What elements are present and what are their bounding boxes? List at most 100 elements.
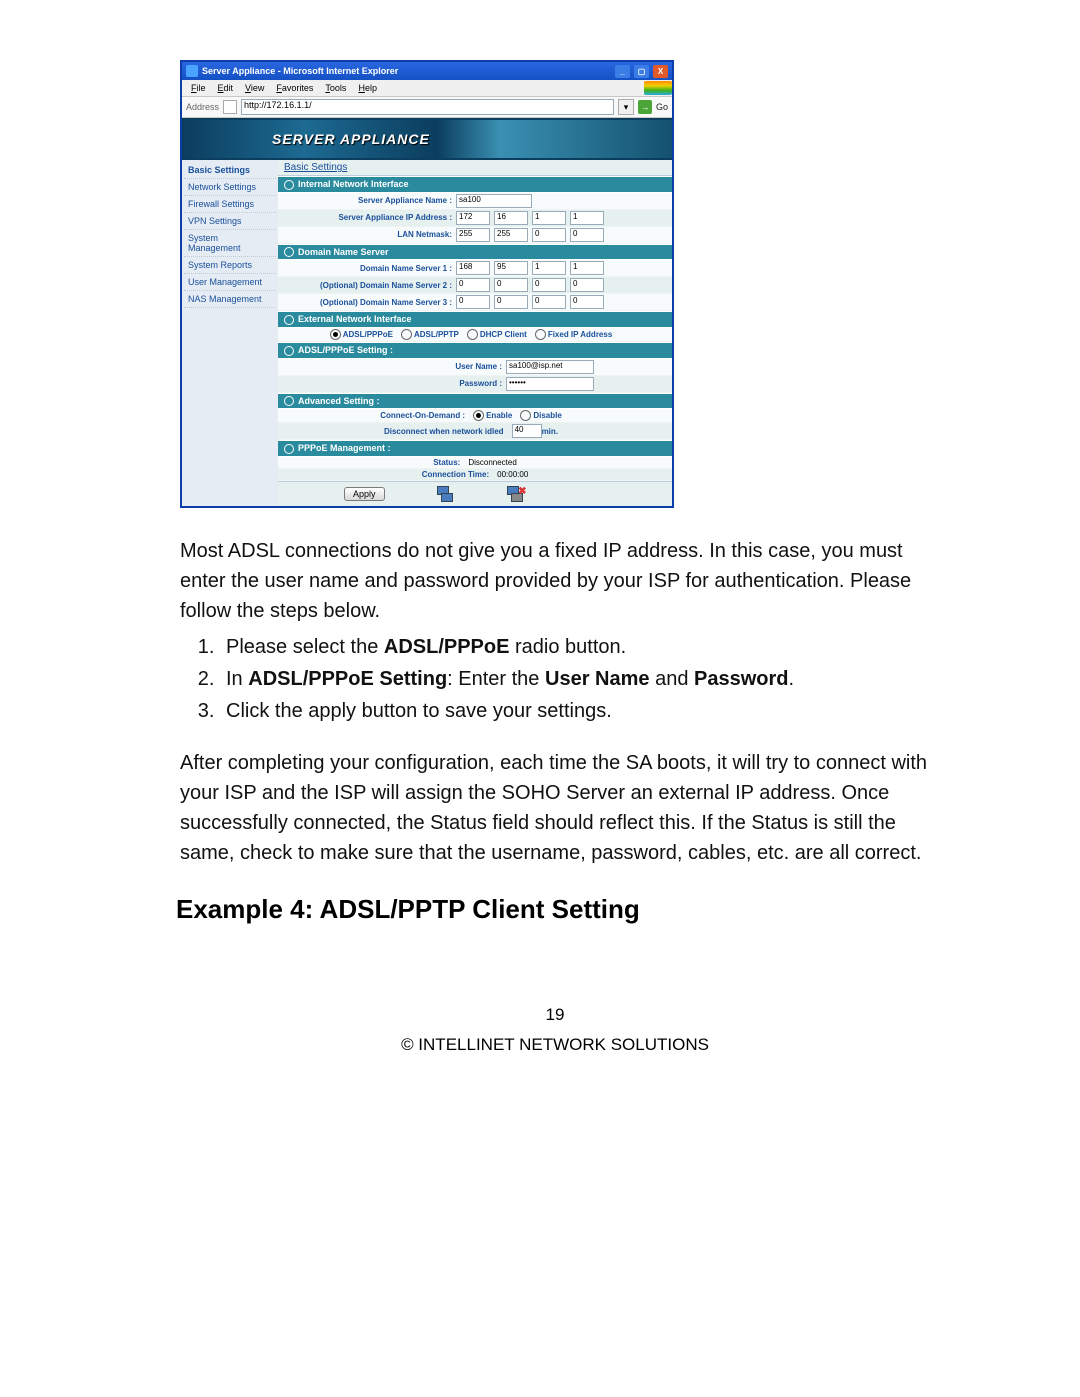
go-button[interactable]: →: [638, 100, 652, 114]
minimize-button[interactable]: _: [615, 65, 630, 78]
sidebar-item-network-settings[interactable]: Network Settings: [184, 179, 276, 196]
ie-icon: [186, 65, 198, 77]
gear-icon: [284, 444, 294, 454]
document-body: Most ADSL connections do not give you a …: [180, 536, 930, 868]
section-pppoe-mgmt: PPPoE Management :: [278, 440, 672, 457]
apply-bar: Apply ✖: [278, 481, 672, 506]
sidebar-item-firewall-settings[interactable]: Firewall Settings: [184, 196, 276, 213]
netmask-oct-2[interactable]: 255: [494, 228, 528, 242]
connect-icon[interactable]: [435, 486, 455, 502]
gear-icon: [284, 396, 294, 406]
dns2-oct-1[interactable]: 0: [456, 278, 490, 292]
section-dns: Domain Name Server: [278, 244, 672, 261]
connection-time-label: Connection Time:: [422, 470, 489, 479]
netmask-oct-4[interactable]: 0: [570, 228, 604, 242]
radio-cod-enable[interactable]: [473, 410, 484, 421]
radio-adsl-pptp[interactable]: [401, 329, 412, 340]
status-value: Disconnected: [468, 458, 516, 467]
maximize-button[interactable]: ▢: [634, 65, 649, 78]
ip-oct-3[interactable]: 1: [532, 211, 566, 225]
gear-icon: [284, 346, 294, 356]
menu-tools[interactable]: Tools: [320, 83, 351, 93]
gear-icon: [284, 180, 294, 190]
sidebar-item-system-reports[interactable]: System Reports: [184, 257, 276, 274]
ip-oct-4[interactable]: 1: [570, 211, 604, 225]
windows-flag-icon: [644, 81, 672, 95]
step-2: In ADSL/PPPoE Setting: Enter the User Na…: [220, 664, 930, 694]
page-footer: 19 © INTELLINET NETWORK SOLUTIONS: [180, 1005, 930, 1055]
section-external-network: External Network Interface: [278, 311, 672, 328]
dns3-oct-3[interactable]: 0: [532, 295, 566, 309]
netmask-label: LAN Netmask:: [282, 230, 452, 239]
window-title: Server Appliance - Microsoft Internet Ex…: [202, 66, 611, 76]
paragraph-intro: Most ADSL connections do not give you a …: [180, 536, 930, 626]
screenshot-browser-window: Server Appliance - Microsoft Internet Ex…: [180, 60, 674, 508]
connection-time-value: 00:00:00: [497, 470, 528, 479]
cod-label: Connect-On-Demand :: [380, 411, 465, 420]
menu-edit[interactable]: Edit: [213, 83, 239, 93]
ip-oct-2[interactable]: 16: [494, 211, 528, 225]
disconnect-icon[interactable]: ✖: [505, 486, 525, 502]
menu-view[interactable]: View: [240, 83, 269, 93]
tab-basic-settings[interactable]: Basic Settings: [278, 160, 672, 176]
dns3-oct-1[interactable]: 0: [456, 295, 490, 309]
section-advanced: Advanced Setting :: [278, 393, 672, 410]
idle-label-pre: Disconnect when network idled: [384, 427, 504, 436]
radio-cod-disable[interactable]: [520, 410, 531, 421]
heading-example-4: Example 4: ADSL/PPTP Client Setting: [176, 894, 930, 925]
idle-input[interactable]: 40: [512, 424, 542, 438]
menu-help[interactable]: Help: [353, 83, 382, 93]
dns3-oct-2[interactable]: 0: [494, 295, 528, 309]
status-label: Status:: [433, 458, 460, 467]
sidebar-item-user-management[interactable]: User Management: [184, 274, 276, 291]
dns3-oct-4[interactable]: 0: [570, 295, 604, 309]
dns2-oct-4[interactable]: 0: [570, 278, 604, 292]
radio-fixed-ip[interactable]: [535, 329, 546, 340]
password-input[interactable]: ••••••: [506, 377, 594, 391]
netmask-oct-3[interactable]: 0: [532, 228, 566, 242]
sidebar-item-vpn-settings[interactable]: VPN Settings: [184, 213, 276, 230]
dns2-oct-2[interactable]: 0: [494, 278, 528, 292]
sidebar-item-system-management[interactable]: System Management: [184, 230, 276, 257]
address-label: Address: [186, 102, 219, 112]
footer-org: © INTELLINET NETWORK SOLUTIONS: [180, 1035, 930, 1055]
dns2-label: (Optional) Domain Name Server 2 :: [282, 281, 452, 290]
address-bar: Address http://172.16.1.1/ ▾ → Go: [182, 97, 672, 118]
gear-icon: [284, 247, 294, 257]
url-dropdown[interactable]: ▾: [618, 99, 634, 115]
appliance-ip-label: Server Appliance IP Address :: [282, 213, 452, 222]
ip-oct-1[interactable]: 172: [456, 211, 490, 225]
step-1: Please select the ADSL/PPPoE radio butto…: [220, 632, 930, 662]
sidebar-item-basic-settings[interactable]: Basic Settings: [184, 162, 276, 179]
dns3-label: (Optional) Domain Name Server 3 :: [282, 298, 452, 307]
titlebar: Server Appliance - Microsoft Internet Ex…: [182, 62, 672, 80]
radio-dhcp-client[interactable]: [467, 329, 478, 340]
page-icon: [223, 100, 237, 114]
sidebar-item-nas-management[interactable]: NAS Management: [184, 291, 276, 308]
content-panel: Basic Settings Internal Network Interfac…: [278, 160, 672, 506]
apply-button[interactable]: Apply: [344, 487, 385, 501]
dns1-oct-1[interactable]: 168: [456, 261, 490, 275]
url-field[interactable]: http://172.16.1.1/: [241, 99, 614, 115]
menu-file[interactable]: File: [186, 83, 211, 93]
close-button[interactable]: X: [653, 65, 668, 78]
dns1-oct-4[interactable]: 1: [570, 261, 604, 275]
go-label: Go: [656, 102, 668, 112]
dns2-oct-3[interactable]: 0: [532, 278, 566, 292]
section-pppoe-setting: ADSL/PPPoE Setting :: [278, 342, 672, 359]
radio-adsl-pppoe[interactable]: [330, 329, 341, 340]
dns1-oct-3[interactable]: 1: [532, 261, 566, 275]
username-label: User Name :: [282, 362, 502, 371]
idle-label-post: min.: [542, 427, 558, 436]
page-number: 19: [180, 1005, 930, 1025]
appliance-name-label: Server Appliance Name :: [282, 196, 452, 205]
appliance-name-input[interactable]: sa100: [456, 194, 532, 208]
paragraph-followup: After completing your configuration, eac…: [180, 748, 930, 868]
dns1-oct-2[interactable]: 95: [494, 261, 528, 275]
step-3: Click the apply button to save your sett…: [220, 696, 930, 726]
banner-title: SERVER APPLIANCE: [272, 131, 430, 147]
username-input[interactable]: sa100@isp.net: [506, 360, 594, 374]
netmask-oct-1[interactable]: 255: [456, 228, 490, 242]
menu-favorites[interactable]: Favorites: [271, 83, 318, 93]
dns1-label: Domain Name Server 1 :: [282, 264, 452, 273]
